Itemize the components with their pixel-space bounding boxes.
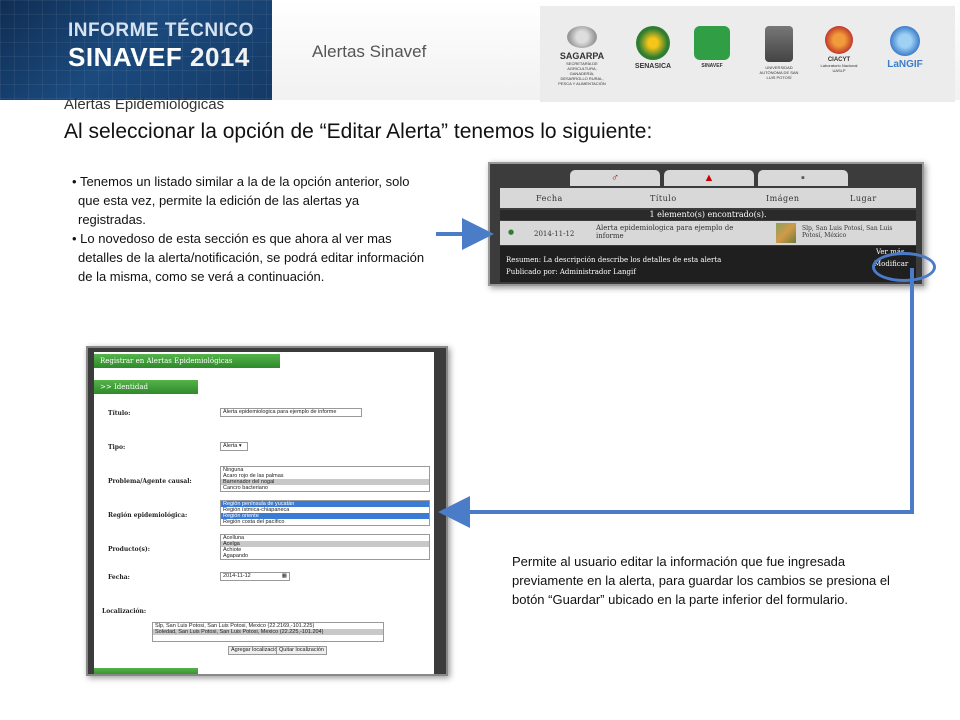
- sagarpa-logo-caption: SECRETARÍA DE AGRICULTURA, GANADERÍA, DE…: [558, 61, 606, 86]
- published-by-text: Publicado por: Administrador Langif: [506, 268, 636, 276]
- col-imagen: Imágen: [766, 194, 800, 203]
- problem-label: Problema/Agente causal:: [108, 478, 192, 485]
- banner-sinavef: SINAVEF: [68, 42, 183, 72]
- type-select-value: Alerta: [223, 443, 238, 449]
- bullet-item: Tenemos un listado similar a la de la op…: [70, 172, 430, 229]
- sinavef-logo: SINAVEF: [692, 26, 732, 86]
- type-select[interactable]: Alerta ▾: [220, 442, 248, 451]
- product-label: Producto(s):: [108, 546, 150, 553]
- alert-list-screenshot: ♂ ▲ ▪ Fecha Título Imágen Lugar 1 elemen…: [488, 162, 936, 286]
- langif-logo-name: LaNGIF: [887, 59, 923, 70]
- tab-alert-icon: ▲: [664, 170, 754, 186]
- identity-section-bar[interactable]: >> Identidad: [94, 380, 198, 394]
- col-lugar: Lugar: [850, 194, 877, 203]
- banner-title-line1: INFORME TÉCNICO: [68, 20, 254, 41]
- col-titulo: Título: [650, 194, 677, 203]
- calendar-icon[interactable]: ▦: [282, 573, 289, 580]
- type-label: Tipo:: [108, 444, 126, 451]
- location-label: Localización:: [102, 608, 147, 615]
- row-thumbnail: [776, 223, 796, 243]
- col-fecha: Fecha: [536, 194, 563, 203]
- row-status-icon: ●: [508, 228, 515, 236]
- highlight-oval: [872, 252, 936, 282]
- next-section-bar[interactable]: [94, 668, 198, 674]
- date-input[interactable]: 2014-11-12 ▦: [220, 572, 290, 581]
- title-label: Título:: [108, 410, 131, 417]
- sagarpa-logo-name: SAGARPA: [559, 51, 605, 61]
- description-text: Permite al usuario editar la información…: [512, 554, 890, 607]
- list-option[interactable]: Cancro bacteriano: [221, 485, 429, 491]
- ciacyt-logo: CIACYT Laboratorio Nacional UASLP: [816, 26, 862, 86]
- senasica-logo-name: SENASICA: [634, 63, 672, 70]
- bullet-list: Tenemos un listado similar a la de la op…: [70, 172, 430, 286]
- arrow-to-form: [438, 268, 914, 528]
- region-listbox[interactable]: Región península de yucatán Región ístmi…: [220, 500, 430, 526]
- alert-details: Ver más Resumen: La descripción describe…: [500, 246, 916, 282]
- form-header-text: Registrar en Alertas Epidemiológicas: [100, 357, 233, 365]
- list-option[interactable]: Región costa del pacífico: [221, 519, 429, 525]
- section-title: Alertas Sinavef: [312, 42, 427, 61]
- slide-title: Al seleccionar la opción de “Editar Aler…: [64, 120, 653, 143]
- list-tabs: ♂ ▲ ▪: [570, 170, 848, 186]
- report-banner: INFORME TÉCNICO SINAVEF 2014: [0, 0, 272, 100]
- date-value: 2014-11-12: [223, 573, 251, 579]
- location-listbox[interactable]: Slp, San Luis Potosi, San Luis Potosi, M…: [152, 622, 384, 642]
- slide-subtitle: Alertas Epidemiológicas: [64, 96, 225, 113]
- product-listbox[interactable]: Acelluna Acelga Achiote Agapando: [220, 534, 430, 560]
- form-panel: Registrar en Alertas Epidemiológicas >> …: [94, 352, 434, 674]
- ciacyt-logo-caption: Laboratorio Nacional UASLP: [820, 63, 858, 73]
- sagarpa-logo: SAGARPA SECRETARÍA DE AGRICULTURA, GANAD…: [556, 26, 608, 86]
- uaslp-logo: UNIVERSIDAD AUTÓNOMA DE SAN LUIS POTOSÍ: [756, 26, 802, 86]
- row-title: Alerta epidemiologica para ejemplo de in…: [596, 224, 734, 240]
- tab-filter-icon: ♂: [570, 170, 660, 186]
- title-input[interactable]: Alerta epidemiologica para ejemplo de in…: [220, 408, 362, 417]
- banner-year: 2014: [190, 42, 250, 72]
- sinavef-logo-name: SINAVEF: [701, 63, 723, 69]
- found-count: 1 elemento(s) encontrado(s).: [500, 210, 916, 220]
- senasica-logo: SENASICA: [630, 26, 676, 86]
- row-date: 2014-11-12: [534, 230, 575, 238]
- banner-title-line2: SINAVEF 2014: [68, 42, 250, 73]
- tab-save-icon: ▪: [758, 170, 848, 186]
- list-header: Fecha Título Imágen Lugar: [500, 188, 916, 208]
- uaslp-logo-caption: UNIVERSIDAD AUTÓNOMA DE SAN LUIS POTOSÍ: [759, 65, 799, 80]
- list-option[interactable]: Agapando: [221, 553, 429, 559]
- date-label: Fecha:: [108, 574, 130, 581]
- region-label: Región epidemiológica:: [108, 512, 188, 519]
- row-place: Slp, San Luis Potosí, San Luis Potosí, M…: [802, 225, 893, 239]
- problem-listbox[interactable]: Ninguna Acaro rojo de las palmas Barrena…: [220, 466, 430, 492]
- langif-logo: LaNGIF: [880, 26, 930, 86]
- form-header-bar: Registrar en Alertas Epidemiológicas: [94, 354, 280, 368]
- remove-location-button[interactable]: Quitar localización: [276, 646, 327, 655]
- list-option-selected[interactable]: Soledad, San Luis Potosi, San Luis Potos…: [153, 629, 383, 635]
- bullet-item: Lo novedoso de esta sección es que ahora…: [70, 229, 430, 286]
- table-row[interactable]: ● 2014-11-12 Alerta epidemiologica para …: [500, 221, 916, 245]
- summary-text: Resumen: La descripción describe los det…: [506, 256, 722, 264]
- identity-section-text: >> Identidad: [100, 383, 149, 391]
- edit-form-screenshot: Registrar en Alertas Epidemiológicas >> …: [86, 346, 448, 676]
